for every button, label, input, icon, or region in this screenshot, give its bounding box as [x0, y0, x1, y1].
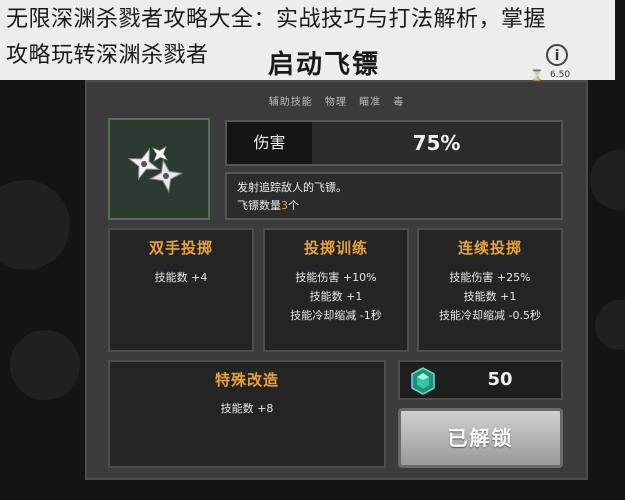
stat-value: 75%	[412, 131, 461, 155]
background-blob	[0, 180, 70, 270]
special-upgrade-effect: 技能数 +8	[220, 402, 274, 415]
shuriken-icon	[127, 145, 184, 194]
upgrade-effect: 技能数 +1	[309, 290, 363, 303]
upgrade-card[interactable]: 投掷训练 技能伤害 +10% 技能数 +1 技能冷却缩减 -1秒	[263, 228, 409, 352]
skill-tag: 物理	[324, 97, 347, 108]
skill-icon-frame	[108, 118, 210, 220]
gem-icon	[411, 367, 435, 395]
skill-tag: 毒	[393, 97, 405, 108]
upgrade-effect: 技能伤害 +25%	[449, 271, 531, 284]
upgrade-title: 双手投掷	[148, 239, 213, 257]
description-line: 飞镖数量3个	[237, 197, 551, 215]
upgrade-effect: 技能伤害 +10%	[295, 271, 377, 284]
skill-tags: 辅助技能 物理 瞄准 毒	[85, 93, 588, 108]
cooldown-value: 6.50	[550, 70, 571, 80]
upgrade-title: 连续投掷	[457, 239, 522, 257]
description-line: 发射追踪敌人的飞镖。	[237, 181, 347, 194]
background-blob	[590, 150, 625, 210]
upgrade-effect: 技能数 +4	[154, 271, 208, 284]
cost-value: 50	[487, 369, 513, 390]
special-upgrade-card[interactable]: 特殊改造 技能数 +8	[108, 360, 386, 468]
damage-stat: 伤害 75%	[225, 120, 563, 166]
upgrade-effect: 技能冷却缩减 -0.5秒	[439, 309, 541, 322]
unlock-cost: 50	[398, 360, 563, 400]
upgrade-card[interactable]: 双手投掷 技能数 +4	[108, 228, 254, 352]
upgrade-effect: 技能数 +1	[463, 290, 517, 303]
projectile-count: 3	[281, 199, 288, 212]
special-upgrade-title: 特殊改造	[214, 371, 279, 389]
description-text: 飞镖数量	[237, 199, 281, 212]
skill-tag: 辅助技能	[268, 97, 313, 108]
background-blob	[595, 300, 625, 350]
banner-line: 无限深渊杀戮者攻略大全：实战技巧与打法解析，掌握	[6, 7, 547, 32]
unlock-button[interactable]: 已解锁	[398, 408, 563, 468]
skill-title: 启动飞镖	[268, 50, 381, 80]
hourglass-icon: ⌛	[530, 69, 544, 82]
upgrade-title: 投掷训练	[303, 239, 368, 257]
description-text: 个	[288, 199, 299, 212]
skill-description: 发射追踪敌人的飞镖。 飞镖数量3个	[225, 172, 563, 220]
upgrade-card[interactable]: 连续投掷 技能伤害 +25% 技能数 +1 技能冷却缩减 -0.5秒	[417, 228, 563, 352]
stat-label: 伤害	[227, 122, 312, 164]
info-icon[interactable]: i	[546, 44, 568, 66]
background-blob	[10, 330, 80, 400]
skill-tag: 瞄准	[359, 97, 382, 108]
upgrade-effect: 技能冷却缩减 -1秒	[290, 309, 382, 322]
